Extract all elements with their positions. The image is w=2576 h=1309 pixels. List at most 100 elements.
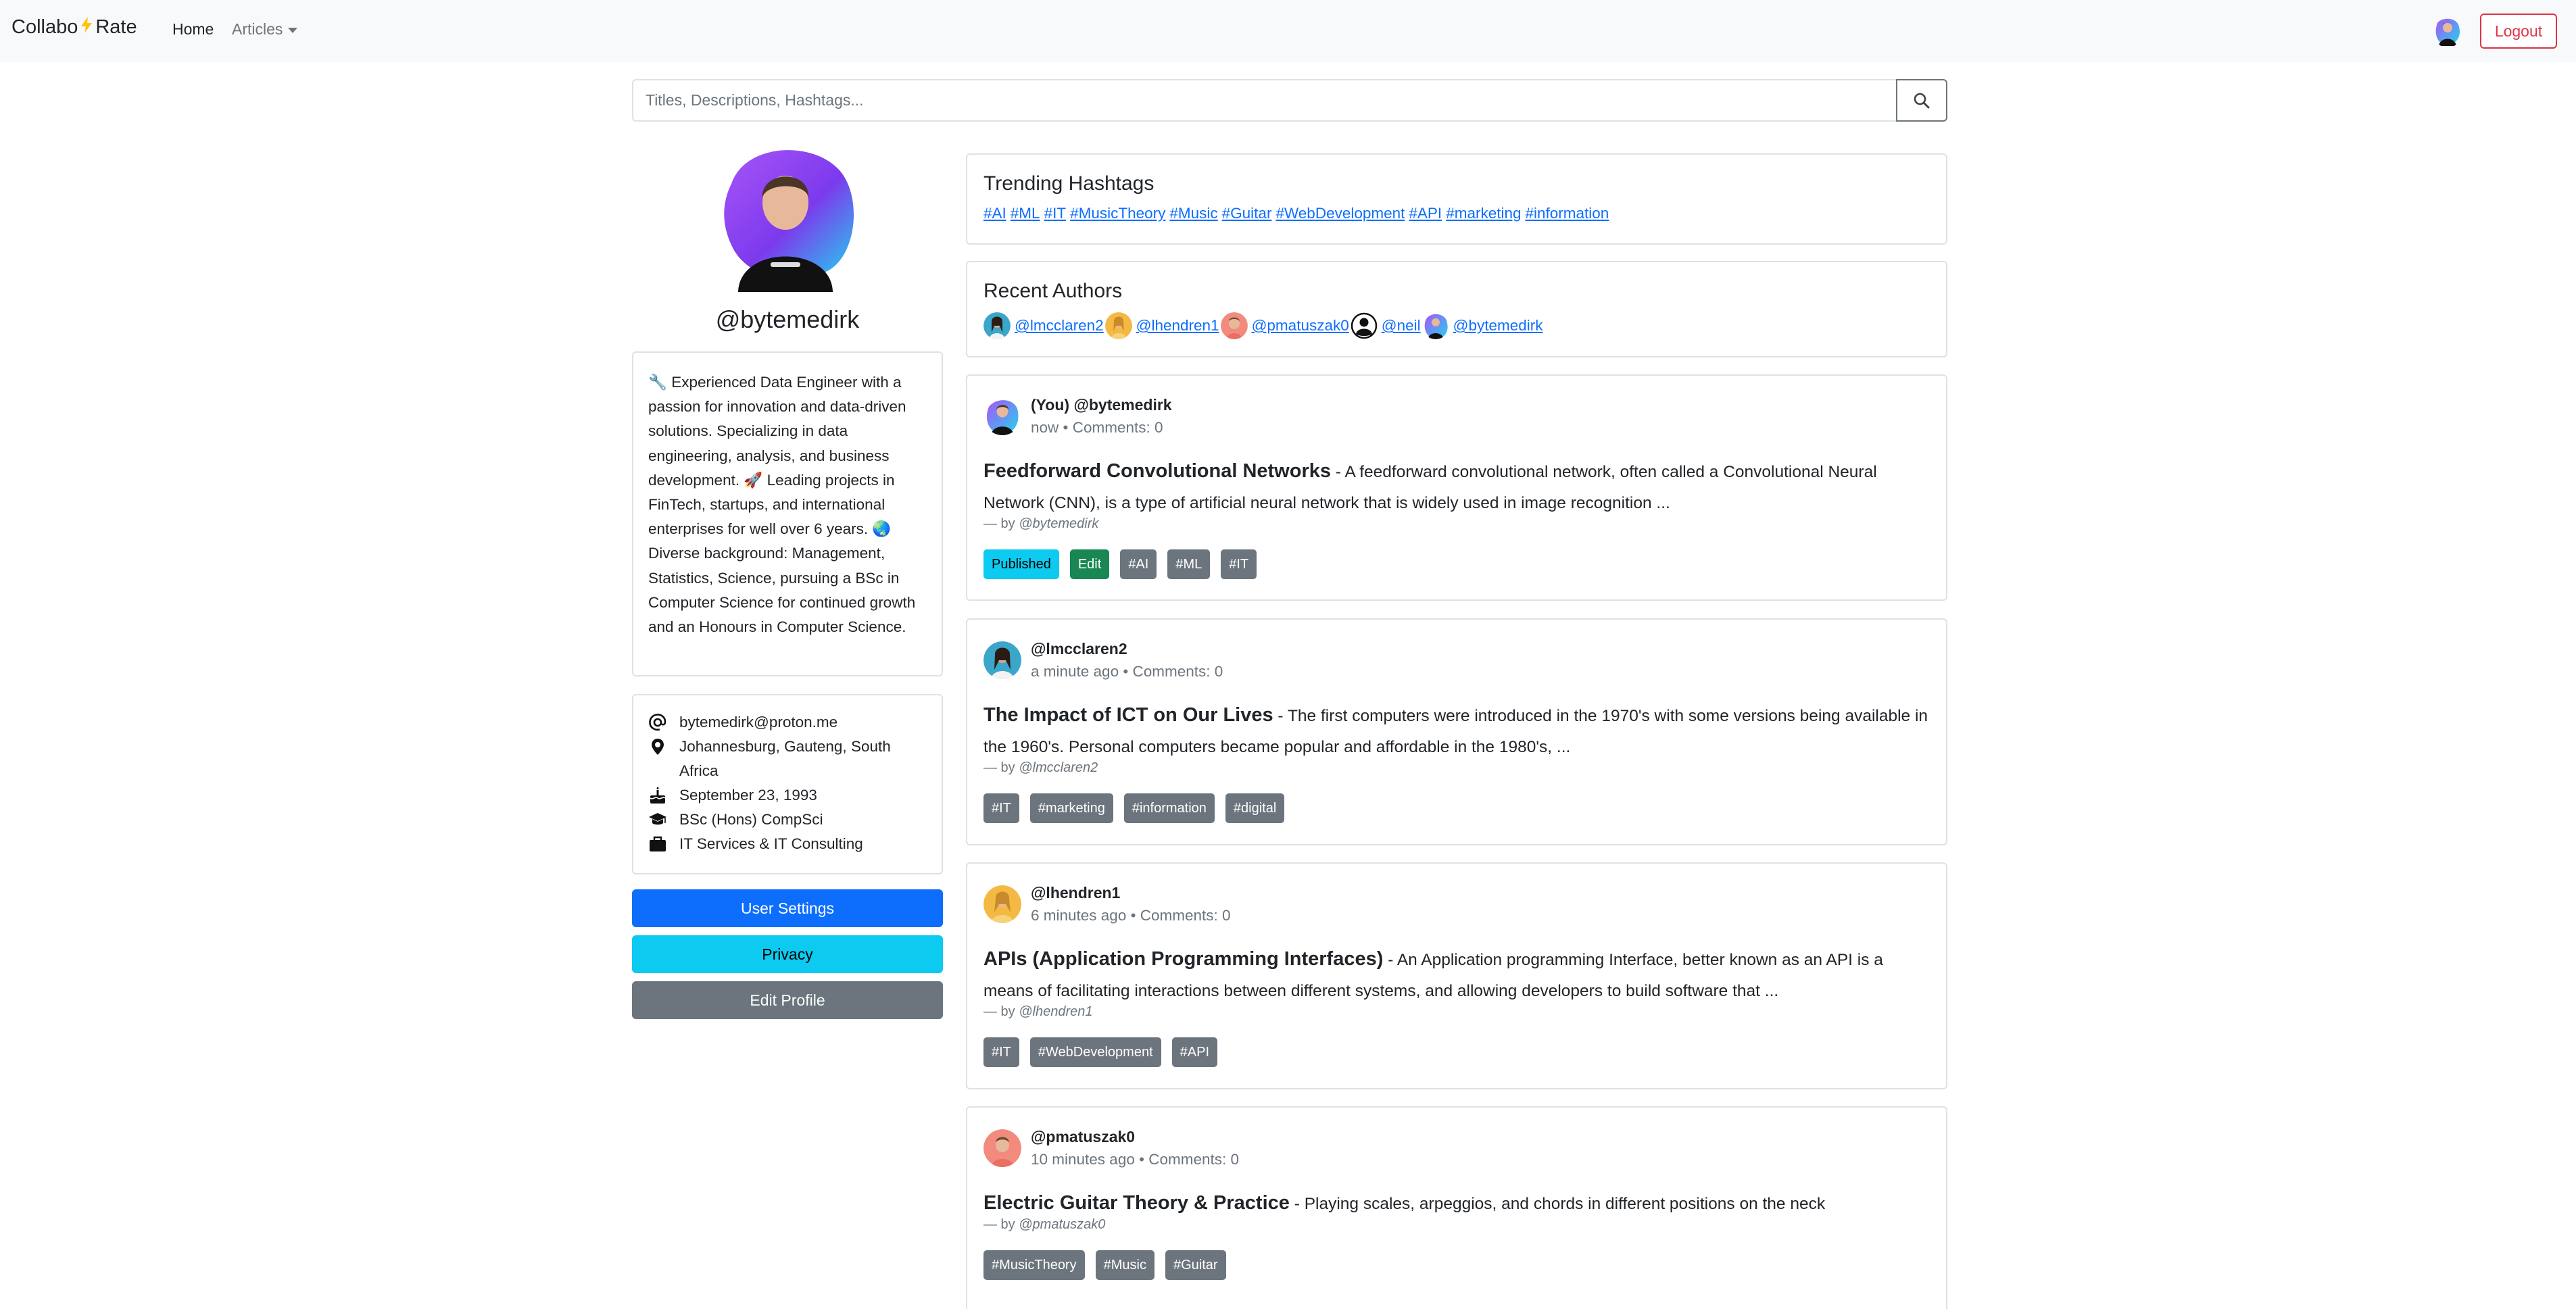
hashtag-link[interactable]: #IT bbox=[1044, 205, 1067, 222]
trending-title: Trending Hashtags bbox=[983, 172, 1155, 195]
user-avatar[interactable] bbox=[2432, 16, 2463, 47]
hashtag-link[interactable]: #MusicTheory bbox=[1070, 205, 1165, 222]
info-education-row: BSc (Hons) CompSci bbox=[648, 808, 927, 832]
hashtag-link[interactable]: #WebDevelopment bbox=[1275, 205, 1405, 222]
post-meta: 10 minutes ago • Comments: 0 bbox=[1031, 1148, 1239, 1171]
hashtag-link[interactable]: #information bbox=[1526, 205, 1609, 222]
post-tag[interactable]: #WebDevelopment bbox=[1029, 1037, 1161, 1067]
post-comments: Comments: 0 bbox=[1132, 663, 1223, 680]
post-tag[interactable]: #AI bbox=[1120, 549, 1157, 579]
post-header: @lmcclaren2 a minute ago • Comments: 0 bbox=[983, 637, 1930, 683]
post-card: @pmatuszak0 10 minutes ago • Comments: 0… bbox=[966, 1106, 1947, 1309]
nav-articles-dropdown[interactable]: Articles bbox=[232, 20, 298, 39]
post-tag[interactable]: #IT bbox=[1221, 549, 1257, 579]
hashtag-link[interactable]: #marketing bbox=[1446, 205, 1521, 222]
byline-author: @bytemedirk bbox=[1019, 516, 1099, 531]
post-body: Feedforward Convolutional Networks - A f… bbox=[983, 455, 1930, 519]
author-link[interactable]: @bytemedirk bbox=[1453, 317, 1543, 335]
post-title[interactable]: The Impact of ICT on Our Lives bbox=[983, 704, 1273, 726]
info-work: IT Services & IT Consulting bbox=[679, 835, 863, 852]
privacy-button[interactable]: Privacy bbox=[632, 935, 943, 973]
info-birthday-row: September 23, 1993 bbox=[648, 783, 927, 808]
meta-separator: • bbox=[1123, 663, 1129, 680]
info-location: Johannesburg, Gauteng, South Africa bbox=[679, 738, 891, 779]
hashtag-link[interactable]: #API bbox=[1409, 205, 1442, 222]
post-header: @lhendren1 6 minutes ago • Comments: 0 bbox=[983, 881, 1930, 927]
post-tag[interactable]: #digital bbox=[1225, 793, 1285, 823]
lightning-icon bbox=[79, 16, 94, 39]
search-icon bbox=[1914, 93, 1930, 108]
top-navbar: Collabo Rate Home Articles Logout bbox=[0, 0, 2576, 62]
author-link[interactable]: @neil bbox=[1382, 317, 1421, 335]
search-button[interactable] bbox=[1896, 79, 1947, 122]
post-tag[interactable]: #information bbox=[1123, 793, 1215, 823]
post-author[interactable]: @lmcclaren2 bbox=[1031, 637, 1223, 660]
post-time: a minute ago bbox=[1031, 663, 1119, 680]
author-link[interactable]: @lhendren1 bbox=[1136, 317, 1219, 335]
author-avatar bbox=[1104, 312, 1132, 339]
nav-home-link[interactable]: Home bbox=[172, 20, 214, 39]
byline-author: @lhendren1 bbox=[1019, 1004, 1093, 1019]
hashtag-link[interactable]: #Guitar bbox=[1222, 205, 1272, 222]
recent-authors-title: Recent Authors bbox=[983, 280, 1123, 302]
post-tag[interactable]: #MusicTheory bbox=[983, 1250, 1085, 1280]
logout-button[interactable]: Logout bbox=[2480, 14, 2557, 49]
profile-avatar bbox=[724, 150, 854, 292]
post-tag[interactable]: #marketing bbox=[1029, 793, 1113, 823]
post-header: (You) @bytemedirk now • Comments: 0 bbox=[983, 393, 1930, 439]
post-tag[interactable]: #IT bbox=[983, 1037, 1019, 1067]
profile-handle: @bytemedirk bbox=[715, 305, 860, 333]
post-author[interactable]: (You) @bytemedirk bbox=[1031, 393, 1172, 416]
author-avatar bbox=[983, 312, 1011, 339]
status-badge: Published bbox=[983, 549, 1059, 579]
title-separator: - bbox=[1278, 707, 1284, 725]
post-title[interactable]: Electric Guitar Theory & Practice bbox=[983, 1192, 1290, 1214]
title-separator: - bbox=[1388, 951, 1394, 969]
brand-text-left: Collabo bbox=[11, 16, 78, 38]
post-tag[interactable]: #ML bbox=[1167, 549, 1211, 579]
post-tag[interactable]: #Guitar bbox=[1165, 1250, 1226, 1280]
hashtag-link[interactable]: #AI bbox=[983, 205, 1006, 222]
title-separator: - bbox=[1335, 463, 1341, 481]
post-author[interactable]: @pmatuszak0 bbox=[1031, 1125, 1239, 1148]
post-tag[interactable]: #API bbox=[1171, 1037, 1217, 1067]
author-link[interactable]: @pmatuszak0 bbox=[1252, 317, 1349, 335]
info-work-row: IT Services & IT Consulting bbox=[648, 832, 927, 856]
byline-prefix: — by bbox=[983, 1217, 1015, 1232]
user-silhouette-icon bbox=[1351, 312, 1377, 339]
post-comments: Comments: 0 bbox=[1148, 1151, 1240, 1168]
edit-profile-button[interactable]: Edit Profile bbox=[632, 981, 943, 1019]
post-tag[interactable]: #Music bbox=[1095, 1250, 1155, 1280]
author-avatar bbox=[1220, 312, 1248, 339]
search-bar bbox=[632, 79, 1947, 122]
author-link[interactable]: @lmcclaren2 bbox=[1015, 317, 1104, 335]
byline-author: @lmcclaren2 bbox=[1019, 760, 1098, 775]
map-pin-icon bbox=[652, 739, 664, 755]
post-body: The Impact of ICT on Our Lives - The fir… bbox=[983, 699, 1930, 763]
meta-separator: • bbox=[1130, 907, 1136, 924]
recent-authors-list: @lmcclaren2 @lhendren1 @pmatuszak0 @neil… bbox=[983, 312, 1930, 339]
byline-prefix: — by bbox=[983, 760, 1015, 775]
edit-post-button[interactable]: Edit bbox=[1069, 549, 1110, 579]
post-title[interactable]: Feedforward Convolutional Networks bbox=[983, 460, 1331, 482]
user-settings-button[interactable]: User Settings bbox=[632, 889, 943, 927]
post-tag[interactable]: #IT bbox=[983, 793, 1019, 823]
post-comments: Comments: 0 bbox=[1140, 907, 1231, 924]
post-author[interactable]: @lhendren1 bbox=[1031, 881, 1231, 904]
search-input[interactable] bbox=[632, 79, 1896, 122]
hashtag-link[interactable]: #ML bbox=[1011, 205, 1040, 222]
info-education: BSc (Hons) CompSci bbox=[679, 811, 823, 828]
post-meta: a minute ago • Comments: 0 bbox=[1031, 660, 1223, 683]
post-description: Playing scales, arpeggios, and chords in… bbox=[1304, 1195, 1826, 1213]
post-badges: #MusicTheory #Music #Guitar bbox=[983, 1250, 1930, 1280]
meta-separator: • bbox=[1139, 1151, 1145, 1168]
post-title[interactable]: APIs (Application Programming Interfaces… bbox=[983, 948, 1383, 970]
info-email: bytemedirk@proton.me bbox=[679, 714, 838, 731]
trending-hashtags-card: Trending Hashtags #AI #ML #IT #MusicTheory #… bbox=[966, 153, 1947, 245]
chevron-down-icon bbox=[288, 27, 298, 33]
brand-text-right: Rate bbox=[95, 16, 137, 38]
post-card: @lmcclaren2 a minute ago • Comments: 0 T… bbox=[966, 618, 1947, 845]
hashtag-link[interactable]: #Music bbox=[1169, 205, 1217, 222]
post-meta: 6 minutes ago • Comments: 0 bbox=[1031, 904, 1231, 927]
brand-logo[interactable]: Collabo Rate bbox=[11, 16, 137, 39]
